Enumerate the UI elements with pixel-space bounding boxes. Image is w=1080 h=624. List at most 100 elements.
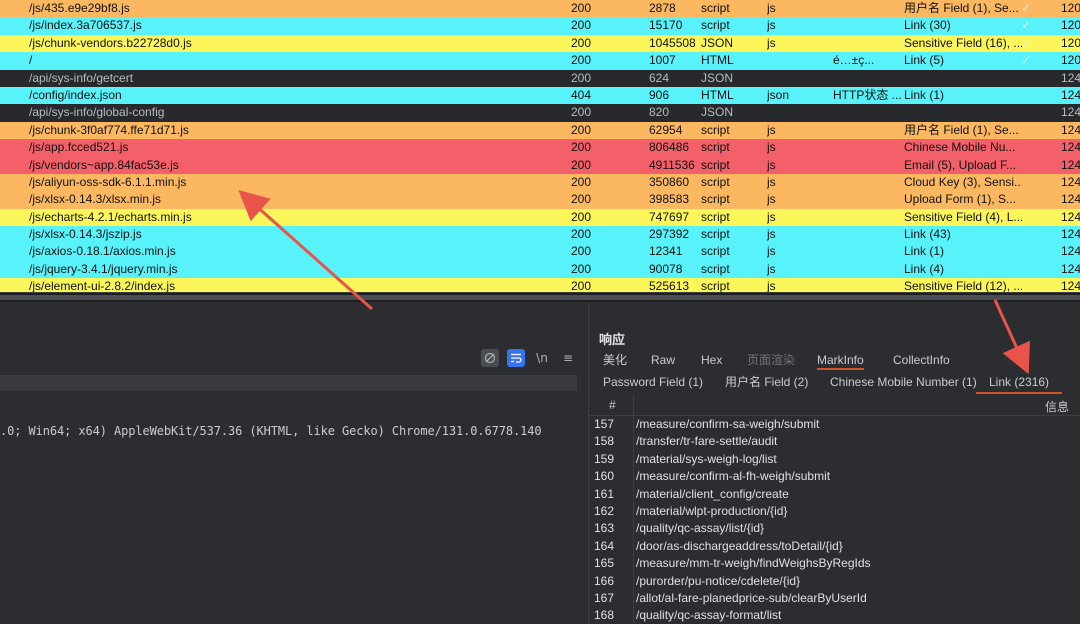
wrap-icon[interactable]: [507, 349, 525, 367]
traffic-row[interactable]: /js/aliyun-oss-sdk-6.1.1.min.js 200 350860…: [0, 173, 1080, 192]
tab-markinfo[interactable]: MarkInfo: [817, 350, 864, 370]
cell-check: ✓: [1021, 18, 1032, 33]
tab-页面渲染[interactable]: 页面渲染: [747, 350, 795, 370]
traffic-row[interactable]: /js/app.fcced521.js 200 806486 script js Chin…: [0, 139, 1080, 157]
link-row[interactable]: 164/door/as-dischargeaddress/toDetail/{i…: [589, 537, 1080, 556]
cell-time: 124.: [1061, 87, 1080, 102]
subtab-item[interactable]: 用户名 Field (2): [725, 372, 808, 392]
link-table-header: # 信息: [589, 395, 1080, 416]
link-row[interactable]: 161/material/client_config/create: [589, 485, 1080, 503]
link-url: /transfer/tr-fare-settle/audit: [636, 434, 778, 449]
traffic-row[interactable]: /config/index.json 404 906 HTML json HTTP状态 .…: [0, 86, 1080, 105]
traffic-row[interactable]: /js/element-ui-2.8.2/index.js 200 525613 sc…: [0, 278, 1080, 292]
cell-time: 124.: [1061, 261, 1080, 276]
cell-type: script: [701, 140, 730, 155]
link-row[interactable]: 157/measure/confirm-sa-weigh/submit: [589, 416, 1080, 434]
cell-info: Sensitive Field (16), ...: [904, 35, 1022, 50]
traffic-row[interactable]: /js/echarts-4.2.1/echarts.min.js 200 74769…: [0, 208, 1080, 227]
cell-time: 124.: [1061, 244, 1080, 259]
cell-size: 15170: [649, 18, 683, 33]
tab-hex[interactable]: Hex: [701, 350, 722, 370]
link-number: 158: [594, 434, 615, 449]
traffic-row[interactable]: /js/index.3a706537.js 200 15170 script js Lin…: [0, 17, 1080, 35]
cell-type: JSON: [701, 70, 734, 85]
cell-size: 906: [649, 87, 670, 102]
link-row[interactable]: 159/material/sys-weigh-log/list: [589, 450, 1080, 469]
traffic-row[interactable]: /js/chunk-vendors.b22728d0.js 200 1045508 J…: [0, 34, 1080, 53]
cell-type: script: [701, 174, 730, 189]
tab-raw[interactable]: Raw: [651, 350, 675, 370]
cell-size: 624: [649, 70, 670, 85]
column-header-number[interactable]: #: [609, 398, 616, 412]
cell-info: Email (5), Upload F...: [904, 157, 1017, 172]
newline-toggle[interactable]: \n: [533, 349, 551, 367]
link-number: 166: [594, 573, 615, 588]
cell-status: 200: [571, 35, 592, 50]
response-pane: 响应 美化 Raw Hex 页面渲染 MarkInfo CollectInfo Passw…: [588, 302, 1080, 624]
link-url: /material/sys-weigh-log/list: [636, 451, 777, 466]
traffic-row[interactable]: /js/435.e9e29bf8.js 200 2878 script js 用户名 Fi…: [0, 0, 1080, 18]
cell-time: 124.: [1061, 279, 1080, 292]
traffic-row[interactable]: /api/sys-info/global-config 200 820 JSON 124…: [0, 104, 1080, 122]
cell-status: 200: [571, 279, 592, 292]
cell-ext: json: [767, 87, 790, 102]
cell-status: 200: [571, 140, 592, 155]
link-row[interactable]: 158/transfer/tr-fare-settle/audit: [589, 433, 1080, 451]
subtab-item[interactable]: Password Field (1): [603, 372, 703, 392]
cell-time: 120.: [1061, 18, 1080, 33]
cell-time: 124.: [1061, 122, 1080, 137]
cell-ext: js: [767, 35, 776, 50]
cell-status: 200: [571, 105, 592, 120]
cell-ext: js: [767, 122, 776, 137]
traffic-row[interactable]: /js/xlsx-0.14.3/xlsx.min.js 200 398583 scri…: [0, 191, 1080, 209]
menu-icon[interactable]: ≡: [559, 349, 577, 367]
scrollbar-thumb[interactable]: [0, 295, 1080, 300]
cell-type: script: [701, 122, 730, 137]
column-header-info[interactable]: 信息: [1045, 398, 1069, 415]
tab-美化[interactable]: 美化: [603, 350, 627, 370]
link-row[interactable]: 167/allot/al-fare-planedprice-sub/clearB…: [589, 589, 1080, 608]
column-divider: [633, 468, 634, 486]
link-number: 157: [594, 417, 615, 431]
link-row[interactable]: 166/purorder/pu-notice/cdelete/{id}: [589, 572, 1080, 590]
hide-nonprintable-icon[interactable]: [481, 349, 499, 367]
cell-type: script: [701, 209, 730, 224]
link-row[interactable]: 160/measure/confirm-al-fh-weigh/submit: [589, 468, 1080, 486]
link-url: /allot/al-fare-planedprice-sub/clearByUs…: [636, 590, 867, 605]
cell-size: 820: [649, 105, 670, 120]
cell-status: 200: [571, 70, 592, 85]
link-number: 159: [594, 451, 615, 466]
cell-ext: js: [767, 261, 776, 276]
cell-path: /js/435.e9e29bf8.js: [29, 1, 130, 15]
link-row[interactable]: 168/quality/qc-assay-format/list: [589, 607, 1080, 624]
subtab-item[interactable]: Link (2316): [976, 372, 1063, 394]
cell-info: Link (1): [904, 87, 945, 102]
cell-info: 用户名 Field (1), Se...: [904, 1, 1019, 15]
user-agent-text: .0; Win64; x64) AppleWebKit/537.36 (KHTM…: [0, 424, 542, 438]
link-row[interactable]: 163/quality/qc-assay/list/{id}: [589, 520, 1080, 538]
cell-status: 200: [571, 227, 592, 242]
link-row[interactable]: 162/material/wlpt-production/{id}: [589, 502, 1080, 521]
cell-type: script: [701, 18, 730, 33]
cell-time: 124.: [1061, 227, 1080, 242]
cell-ext: js: [767, 209, 776, 224]
cell-type: script: [701, 279, 730, 292]
traffic-row[interactable]: /js/xlsx-0.14.3/jszip.js 200 297392 script j…: [0, 226, 1080, 244]
traffic-row[interactable]: /js/jquery-3.4.1/jquery.min.js 200 90078 sc…: [0, 260, 1080, 279]
subtab-item[interactable]: Chinese Mobile Number (1): [830, 372, 977, 392]
traffic-row[interactable]: /js/chunk-3f0af774.ffe71d71.js 200 62954 sc…: [0, 121, 1080, 140]
traffic-row[interactable]: / 200 1007 HTML é…±ç... Link (5) ✓ 120.: [0, 52, 1080, 70]
link-url: /material/wlpt-production/{id}: [636, 503, 788, 518]
cell-time: 124.: [1061, 105, 1080, 120]
cell-ext: js: [767, 140, 776, 155]
tab-collectinfo[interactable]: CollectInfo: [893, 350, 950, 370]
traffic-row[interactable]: /api/sys-info/getcert 200 624 JSON 124.: [0, 69, 1080, 87]
traffic-row[interactable]: /js/axios-0.18.1/axios.min.js 200 12341 scr…: [0, 243, 1080, 261]
traffic-row[interactable]: /js/vendors~app.84fac53e.js 200 4911536 scr…: [0, 156, 1080, 174]
column-divider: [633, 589, 634, 608]
cell-path: /api/sys-info/global-config: [29, 105, 165, 120]
cell-size: 525613: [649, 279, 690, 292]
link-row[interactable]: 165/measure/mm-tr-weigh/findWeighsByRegI…: [589, 555, 1080, 573]
response-tabs: 美化 Raw Hex 页面渲染 MarkInfo CollectInfo: [589, 350, 1080, 370]
link-url: /purorder/pu-notice/cdelete/{id}: [636, 573, 801, 588]
